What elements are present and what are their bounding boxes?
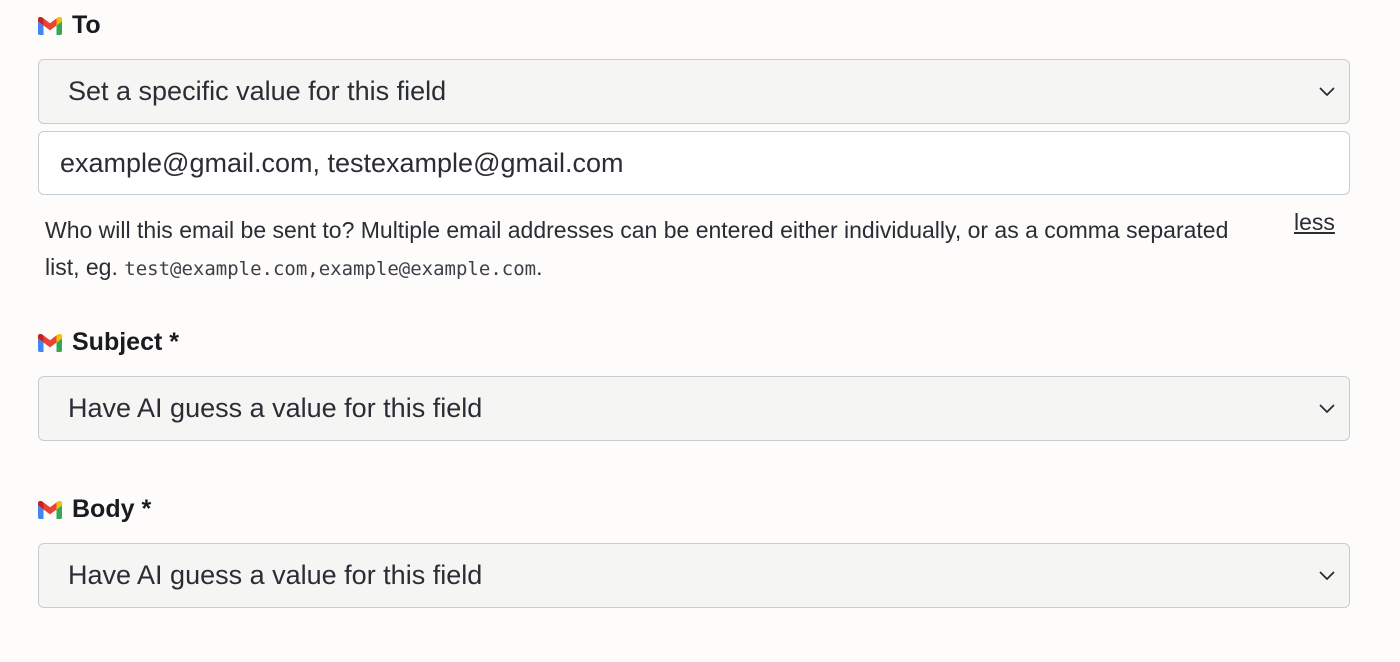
to-label-text: To xyxy=(72,11,101,39)
to-mode-value: Set a specific value for this field xyxy=(68,76,447,106)
chevron-down-icon xyxy=(1319,87,1335,96)
to-help-text: Who will this email be sent to? Multiple… xyxy=(45,212,1265,288)
chevron-down-icon xyxy=(1319,571,1335,580)
to-field-label: To xyxy=(38,11,101,40)
gmail-icon xyxy=(38,500,62,519)
body-mode-value: Have AI guess a value for this field xyxy=(68,560,483,590)
to-help-example: test@example.com,example@example.com xyxy=(124,258,537,280)
body-mode-select[interactable]: Have AI guess a value for this field xyxy=(38,543,1350,608)
subject-mode-value: Have AI guess a value for this field xyxy=(68,393,483,423)
to-email-input[interactable]: example@gmail.com, testexample@gmail.com xyxy=(38,131,1350,195)
chevron-down-icon xyxy=(1319,404,1335,413)
less-link[interactable]: less xyxy=(1294,209,1335,236)
body-field-label: Body * xyxy=(38,495,151,524)
subject-field-label: Subject * xyxy=(38,328,179,357)
to-mode-select[interactable]: Set a specific value for this field xyxy=(38,59,1350,124)
gmail-icon xyxy=(38,16,62,35)
to-help-suffix: . xyxy=(536,254,543,280)
to-email-value: example@gmail.com, testexample@gmail.com xyxy=(60,147,624,178)
subject-mode-select[interactable]: Have AI guess a value for this field xyxy=(38,376,1350,441)
body-label-text: Body * xyxy=(72,495,152,523)
gmail-icon xyxy=(38,333,62,352)
subject-label-text: Subject * xyxy=(72,328,179,356)
